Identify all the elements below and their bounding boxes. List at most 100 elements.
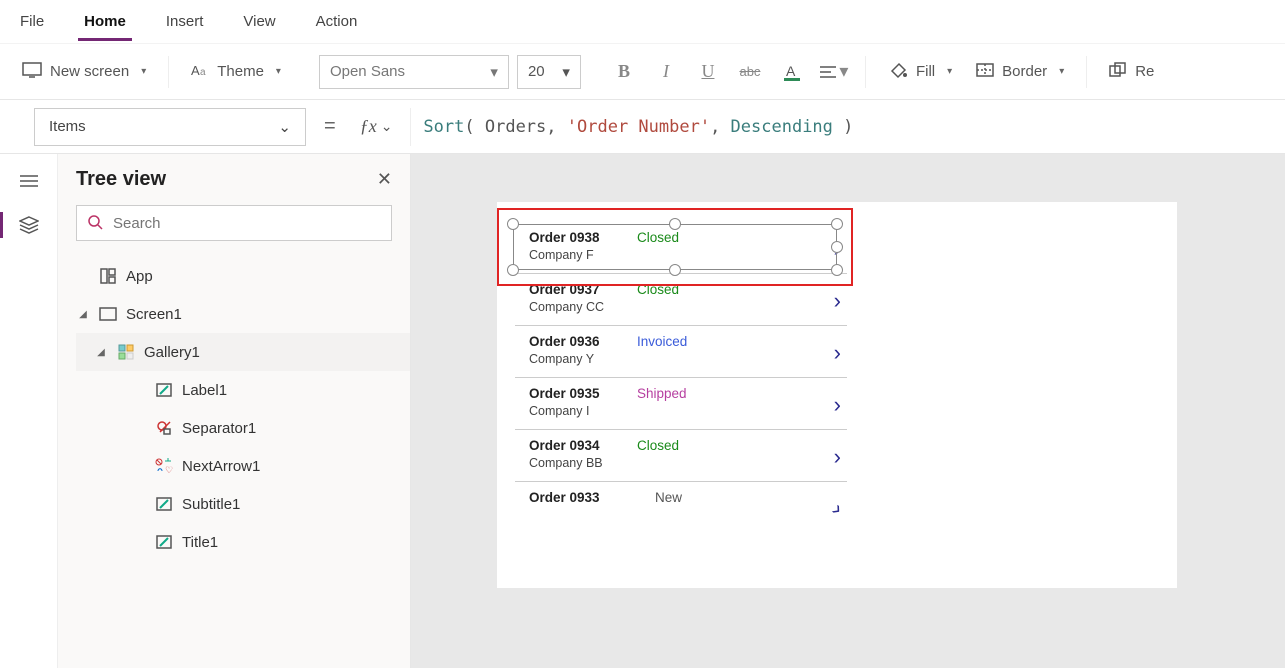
chevron-right-icon[interactable]: › bbox=[834, 288, 841, 314]
tree-search-input[interactable] bbox=[111, 214, 381, 233]
align-button[interactable]: ▾ bbox=[817, 55, 851, 89]
tree-node-label1[interactable]: Label1 bbox=[76, 371, 410, 409]
font-size-select[interactable]: 20 ▾ bbox=[517, 55, 581, 89]
item-subtitle: Company BB bbox=[529, 456, 603, 470]
reorder-label: Re bbox=[1135, 63, 1154, 80]
list-item[interactable]: Order 0938 Company F Closed › bbox=[515, 222, 847, 274]
search-icon bbox=[87, 214, 103, 233]
caret-down-icon[interactable]: ◢ bbox=[76, 309, 90, 320]
item-title: Order 0933 bbox=[529, 490, 600, 505]
new-screen-icon bbox=[22, 62, 42, 82]
menu-home[interactable]: Home bbox=[78, 3, 132, 40]
tree-node-screen1[interactable]: ◢ Screen1 bbox=[76, 295, 410, 333]
italic-button[interactable]: I bbox=[649, 55, 683, 89]
border-button[interactable]: Border ▾ bbox=[968, 59, 1072, 85]
theme-button[interactable]: Aa Theme ▾ bbox=[183, 58, 289, 86]
panel-title: Tree view bbox=[76, 168, 166, 191]
tree-node-label: Separator1 bbox=[182, 420, 256, 437]
chevron-right-icon[interactable]: › bbox=[834, 236, 841, 262]
toolbar: New screen ▾ Aa Theme ▾ Open Sans ▾ 20 ▾… bbox=[0, 44, 1285, 100]
close-icon[interactable]: ✕ bbox=[377, 169, 392, 190]
font-size-value: 20 bbox=[528, 63, 545, 80]
reorder-button[interactable]: Re bbox=[1101, 58, 1162, 86]
tree-node-app[interactable]: App bbox=[76, 257, 410, 295]
icons-icon: ♡ bbox=[154, 458, 174, 474]
tree-node-nextarrow1[interactable]: ♡ NextArrow1 bbox=[76, 447, 410, 485]
screen-icon bbox=[98, 307, 118, 321]
fill-button[interactable]: Fill ▾ bbox=[880, 57, 960, 87]
list-item[interactable]: Order 0937 Company CC Closed › bbox=[515, 274, 847, 326]
tree-node-separator1[interactable]: Separator1 bbox=[76, 409, 410, 447]
tree-node-label: NextArrow1 bbox=[182, 458, 260, 475]
chevron-down-icon: ▾ bbox=[947, 66, 952, 77]
chevron-right-icon[interactable]: › bbox=[834, 340, 841, 366]
tree-node-label: Label1 bbox=[182, 382, 227, 399]
label-icon bbox=[154, 496, 174, 512]
chevron-down-icon: ▾ bbox=[276, 66, 281, 77]
tree-node-label: Subtitle1 bbox=[182, 496, 240, 513]
new-screen-button[interactable]: New screen ▾ bbox=[14, 58, 154, 86]
item-status: Shipped bbox=[637, 386, 687, 401]
chevron-right-icon[interactable]: › bbox=[826, 497, 848, 522]
new-screen-label: New screen bbox=[50, 63, 129, 80]
formula-input[interactable]: Sort( Orders, 'Order Number', Descending… bbox=[410, 108, 1271, 146]
chevron-down-icon: ▾ bbox=[141, 66, 146, 77]
tree-node-title1[interactable]: Title1 bbox=[76, 523, 410, 561]
separator bbox=[168, 56, 169, 88]
formula-bar: Items ⌄ = ƒx ⌄ Sort( Orders, 'Order Numb… bbox=[0, 100, 1285, 154]
font-color-button[interactable]: A bbox=[775, 55, 809, 89]
bold-button[interactable]: B bbox=[607, 55, 641, 89]
list-item[interactable]: Order 0933 New › bbox=[515, 482, 847, 534]
gallery-preview[interactable]: Order 0938 Company F Closed › Order 0937… bbox=[515, 222, 847, 588]
property-select[interactable]: Items ⌄ bbox=[34, 108, 306, 146]
menu-insert[interactable]: Insert bbox=[160, 3, 210, 40]
hamburger-icon[interactable] bbox=[18, 170, 40, 192]
chevron-down-icon: ▾ bbox=[490, 63, 498, 81]
fx-icon: ƒx bbox=[360, 116, 377, 137]
strikethrough-button[interactable]: abc bbox=[733, 55, 767, 89]
reorder-icon bbox=[1109, 62, 1127, 82]
label-icon bbox=[154, 534, 174, 550]
fill-label: Fill bbox=[916, 63, 935, 80]
device-preview[interactable]: Order 0938 Company F Closed › Order 0937… bbox=[497, 202, 1177, 588]
svg-text:A: A bbox=[191, 63, 200, 78]
caret-down-icon[interactable]: ◢ bbox=[94, 347, 108, 358]
theme-label: Theme bbox=[217, 63, 264, 80]
gallery-icon bbox=[116, 344, 136, 360]
chevron-down-icon: ▾ bbox=[1059, 66, 1064, 77]
border-label: Border bbox=[1002, 63, 1047, 80]
chevron-right-icon[interactable]: › bbox=[834, 392, 841, 418]
font-family-select[interactable]: Open Sans ▾ bbox=[319, 55, 509, 89]
menu-view[interactable]: View bbox=[237, 3, 281, 40]
fx-button[interactable]: ƒx ⌄ bbox=[354, 116, 399, 137]
border-icon bbox=[976, 63, 994, 81]
separator-icon bbox=[154, 420, 174, 436]
chevron-down-icon: ⌄ bbox=[278, 118, 291, 136]
label-icon bbox=[154, 382, 174, 398]
item-status: Closed bbox=[637, 438, 679, 453]
tree-node-gallery1[interactable]: ◢ Gallery1 bbox=[76, 333, 410, 371]
list-item[interactable]: Order 0935 Company I Shipped › bbox=[515, 378, 847, 430]
underline-button[interactable]: U bbox=[691, 55, 725, 89]
tree-panel: Tree view ✕ App ◢ Screen1 ◢ Galle bbox=[58, 154, 411, 668]
list-item[interactable]: Order 0934 Company BB Closed › bbox=[515, 430, 847, 482]
item-title: Order 0936 bbox=[529, 334, 600, 349]
list-item[interactable]: Order 0936 Company Y Invoiced › bbox=[515, 326, 847, 378]
tree-view: App ◢ Screen1 ◢ Gallery1 Label1 Separato… bbox=[58, 251, 410, 561]
item-status: Closed bbox=[637, 230, 679, 245]
chevron-down-icon: ▾ bbox=[839, 61, 848, 82]
separator bbox=[1086, 56, 1087, 88]
chevron-right-icon[interactable]: › bbox=[834, 444, 841, 470]
item-title: Order 0938 bbox=[529, 230, 600, 245]
item-status: Closed bbox=[637, 282, 679, 297]
chevron-down-icon: ▾ bbox=[562, 63, 570, 81]
layers-icon[interactable] bbox=[18, 214, 40, 236]
menu-file[interactable]: File bbox=[14, 3, 50, 40]
tree-search[interactable] bbox=[76, 205, 392, 241]
item-title: Order 0935 bbox=[529, 386, 600, 401]
item-subtitle: Company CC bbox=[529, 300, 604, 314]
menu-action[interactable]: Action bbox=[310, 3, 364, 40]
item-subtitle: Company Y bbox=[529, 352, 594, 366]
tree-node-subtitle1[interactable]: Subtitle1 bbox=[76, 485, 410, 523]
canvas-area[interactable]: Order 0938 Company F Closed › Order 0937… bbox=[411, 154, 1285, 668]
